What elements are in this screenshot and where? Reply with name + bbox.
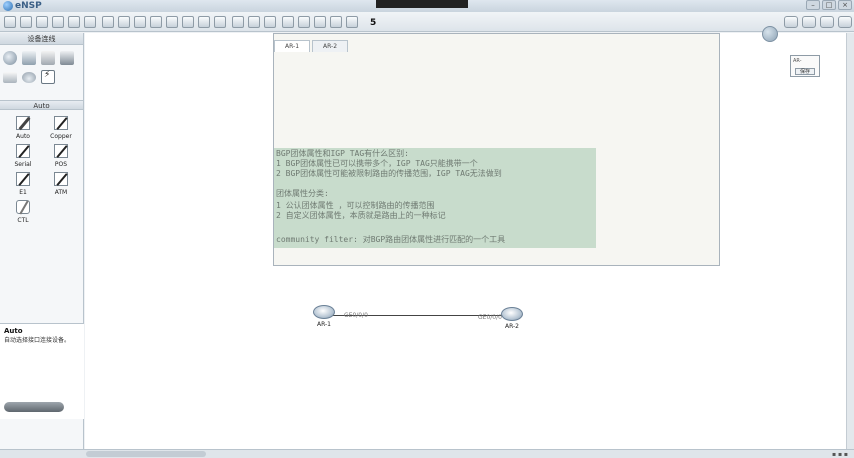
status-icons: ▪ ▪ ▪: [831, 451, 848, 458]
zoom-in-button[interactable]: [232, 16, 244, 28]
maximize-button[interactable]: □: [822, 0, 836, 10]
toolbar: 5: [0, 12, 854, 32]
text-button[interactable]: [198, 16, 210, 28]
new-example-button[interactable]: [20, 16, 32, 28]
toolbar-marker: 5: [370, 18, 377, 28]
note-line: community filter: 对BGP路由团体属性进行匹配的一个工具: [276, 235, 506, 244]
start-device-button[interactable]: [282, 16, 294, 28]
serial-cable-icon: [16, 144, 30, 158]
note-text-area[interactable]: BGP团体属性和IGP TAG有什么区别: 1 BGP团体属性已可以携带多个，I…: [274, 148, 596, 248]
tab-ar-2[interactable]: AR-2: [312, 40, 349, 52]
pos-cable-icon: [54, 144, 68, 158]
save-as-button[interactable]: [68, 16, 80, 28]
settings-button[interactable]: [802, 16, 816, 28]
tab-ar-1[interactable]: AR-1: [274, 40, 311, 52]
horizontal-scrollbar[interactable]: [86, 451, 206, 457]
node-label: AR-1: [316, 321, 331, 328]
panel-status-bar: [4, 402, 64, 412]
router-icon[interactable]: [3, 51, 17, 65]
vertical-scrollbar[interactable]: [846, 33, 854, 449]
ensp-logo-icon: [3, 1, 13, 11]
new-topology-button[interactable]: [4, 16, 16, 28]
save-button[interactable]: [52, 16, 64, 28]
cable-e1[interactable]: E1: [4, 172, 42, 196]
port-label-ar1: GE0/0/0: [344, 312, 368, 319]
note-line: 2 自定义团体属性，本质就是路由上的一种标记: [276, 211, 446, 220]
auto-cable-icon: [16, 116, 30, 130]
label-tabs: AR-1 AR-2: [274, 40, 350, 52]
open-button[interactable]: [36, 16, 48, 28]
device-category-grid: [0, 45, 83, 88]
minimize-button[interactable]: –: [806, 0, 820, 10]
title-bar: eNSP – □ ×: [0, 0, 854, 12]
note-line: 2 BGP团体属性可能被限制路由的传播范围，IGP TAG无法做到: [276, 169, 502, 178]
grid-button[interactable]: [346, 16, 358, 28]
status-bar: ▪ ▪ ▪: [0, 449, 854, 458]
topology-button[interactable]: [330, 16, 342, 28]
description-title: Auto: [4, 327, 23, 335]
device-panel: 设备连线 Auto Auto Copper Serial: [0, 33, 84, 449]
move-button[interactable]: [150, 16, 162, 28]
menu-button[interactable]: [784, 16, 798, 28]
help-button[interactable]: [820, 16, 834, 28]
cables-header: Auto: [0, 100, 83, 110]
cable-grid: Auto Copper Serial POS E1 ATM CTL: [0, 110, 83, 230]
note-line: 团体属性分类:: [276, 189, 329, 198]
cable-ctl[interactable]: CTL: [4, 200, 42, 224]
cable-pos[interactable]: POS: [42, 144, 80, 168]
app-window: eNSP – □ × 5 设备连线 ⚡ Auto Auto Copper Ser…: [0, 0, 854, 458]
cloud-icon[interactable]: [22, 72, 36, 83]
huawei-button[interactable]: [838, 16, 852, 28]
undo-button[interactable]: [102, 16, 114, 28]
description-text: 自动选择接口连接设备。: [4, 337, 71, 344]
cable-auto[interactable]: Auto: [4, 116, 42, 140]
redo-button[interactable]: [118, 16, 130, 28]
cable-copper[interactable]: Copper: [42, 116, 80, 140]
fit-button[interactable]: [264, 16, 276, 28]
print-button[interactable]: [84, 16, 96, 28]
cable-atm[interactable]: ATM: [42, 172, 80, 196]
palette-button[interactable]: [214, 16, 226, 28]
e1-cable-icon: [16, 172, 30, 186]
devices-header: 设备连线: [0, 33, 83, 45]
delete-button[interactable]: [166, 16, 178, 28]
node-label: AR-2: [504, 323, 519, 330]
globe-icon[interactable]: [762, 26, 778, 42]
close-button[interactable]: ×: [838, 0, 852, 10]
router-icon: [501, 307, 523, 321]
connector-icon[interactable]: [41, 70, 55, 84]
router-icon: [313, 305, 335, 319]
window-controls: – □ ×: [806, 0, 852, 12]
pc-icon[interactable]: [3, 72, 17, 83]
select-button[interactable]: [134, 16, 146, 28]
recording-strip: [376, 0, 468, 8]
firewall-icon[interactable]: [60, 51, 74, 65]
label-window[interactable]: AR-1 AR-2 BGP团体属性和IGP TAG有什么区别: 1 BGP团体属…: [273, 33, 720, 266]
copper-cable-icon: [54, 116, 68, 130]
router-node-ar1[interactable]: AR-1: [313, 305, 335, 328]
widget-save-button[interactable]: 保存: [795, 68, 815, 75]
ctl-cable-icon: [16, 200, 30, 214]
capture-button[interactable]: [314, 16, 326, 28]
stop-device-button[interactable]: [298, 16, 310, 28]
wlan-icon[interactable]: [41, 51, 55, 65]
cable-serial[interactable]: Serial: [4, 144, 42, 168]
app-title: eNSP: [15, 1, 42, 11]
zoom-out-button[interactable]: [248, 16, 260, 28]
port-label-ar2: GE0/0/0: [478, 314, 502, 321]
device-widget[interactable]: AR- 保存: [790, 55, 820, 77]
switch-icon[interactable]: [22, 51, 36, 65]
delete-all-button[interactable]: [182, 16, 194, 28]
atm-cable-icon: [54, 172, 68, 186]
router-node-ar2[interactable]: AR-2: [501, 307, 523, 330]
